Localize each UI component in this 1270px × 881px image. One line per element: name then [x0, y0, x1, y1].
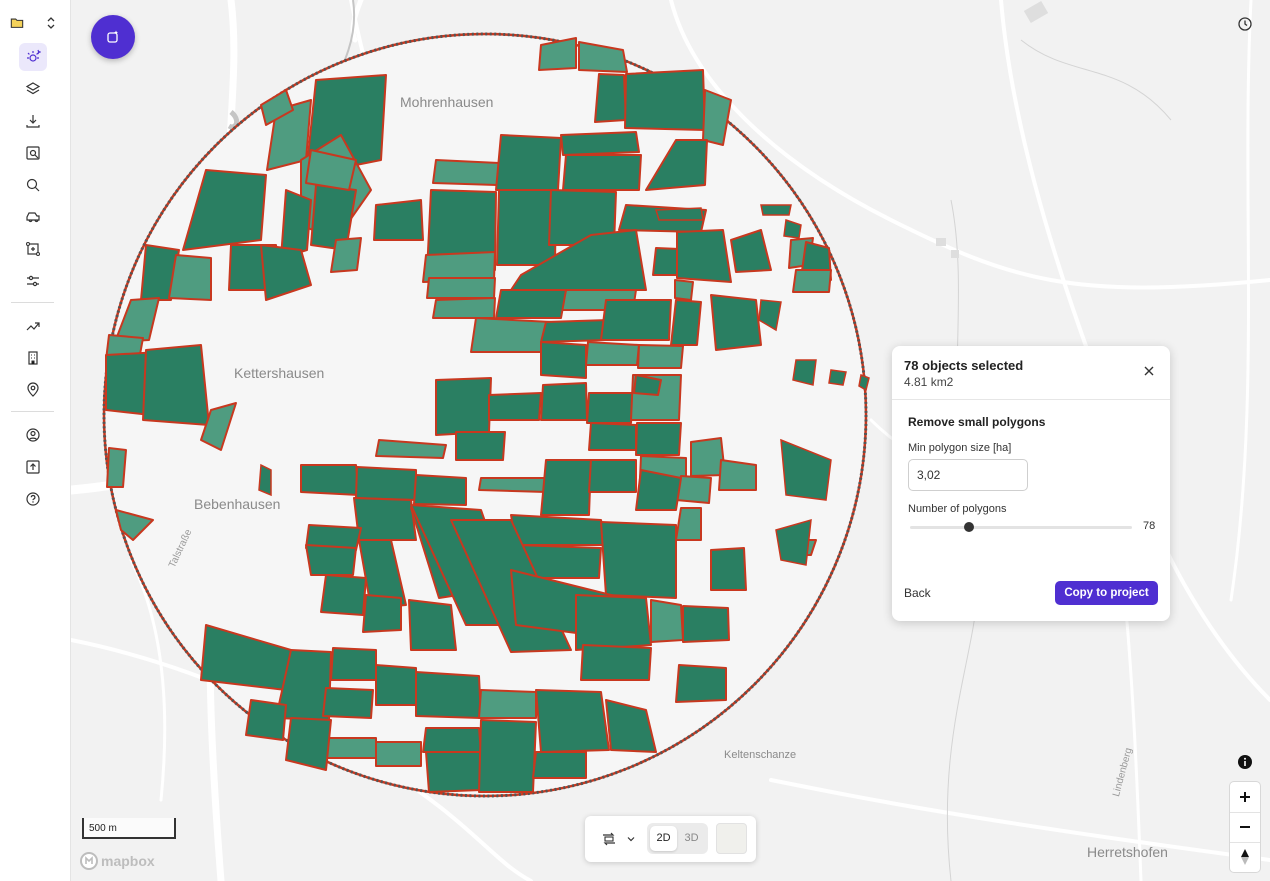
user-circle-icon [26, 428, 40, 442]
sidebar-item-locations[interactable] [19, 376, 47, 404]
slider-value: 78 [1143, 520, 1156, 532]
plus-icon [1240, 792, 1250, 802]
min-size-input[interactable] [908, 459, 1028, 491]
slider-thumb[interactable] [964, 522, 974, 532]
polygon-count-slider[interactable]: 78 [908, 517, 1156, 535]
back-button[interactable]: Back [904, 586, 931, 600]
zoom-out-button[interactable] [1230, 812, 1260, 842]
polygon-icon [26, 242, 40, 256]
sidebar-item-account[interactable] [19, 421, 47, 449]
compass-icon [1241, 849, 1249, 865]
search-icon [26, 178, 40, 192]
slider-track[interactable] [910, 526, 1132, 529]
zoom-controls [1230, 782, 1260, 872]
sidebar-item-help[interactable] [19, 485, 47, 513]
sidebar-item-insights[interactable] [19, 43, 47, 71]
sidebar-item-download[interactable] [19, 107, 47, 135]
view-toolbar: 2D 3D [585, 816, 756, 862]
sparkle-edit-icon [107, 30, 118, 43]
place-label-mohrenhausen: Mohrenhausen [400, 94, 494, 110]
project-switcher[interactable] [10, 12, 56, 34]
panel-title: 78 objects selected [904, 358, 1024, 373]
panel-header: 78 objects selected 4.81 km2 [892, 346, 1170, 400]
sidebar-divider [11, 302, 54, 303]
sidebar-item-polygon[interactable] [19, 235, 47, 263]
scale-bar: 500 m [82, 818, 176, 839]
ai-assistant-button[interactable] [91, 15, 135, 59]
chevron-down-icon[interactable] [627, 835, 635, 843]
compare-icon[interactable] [601, 831, 617, 847]
place-label-bebenhausen: Bebenhausen [194, 496, 281, 512]
upload-icon [26, 460, 40, 474]
sidebar-item-filters[interactable] [19, 267, 47, 295]
place-label-keltenschanze: Keltenschanze [724, 749, 797, 761]
selection-panel: 78 objects selected 4.81 km2 Remove smal… [892, 346, 1170, 621]
clock-icon [1238, 17, 1252, 31]
mode-3d-button[interactable]: 3D [678, 826, 705, 851]
polygon-count-label: Number of polygons [908, 503, 1007, 515]
basemap-thumbnail[interactable] [716, 823, 747, 854]
building-icon [28, 351, 38, 365]
section-title: Remove small polygons [908, 415, 1046, 429]
sidebar-divider [11, 411, 54, 412]
info-button[interactable] [1230, 747, 1260, 777]
chevron-updown-icon[interactable] [46, 16, 56, 30]
sidebar-item-search[interactable] [19, 171, 47, 199]
history-button[interactable] [1230, 9, 1260, 39]
place-label-kettershausen: Kettershausen [234, 365, 325, 381]
view-mode-toggle: 2D 3D [647, 823, 708, 854]
sidebar-item-analytics[interactable] [19, 312, 47, 340]
zoom-in-button[interactable] [1230, 782, 1260, 812]
mapbox-icon [80, 852, 98, 870]
place-label-herretshofen: Herretshofen [1087, 844, 1168, 860]
sidebar-item-search-area[interactable] [19, 139, 47, 167]
sun-spark-icon [27, 49, 41, 62]
close-icon[interactable] [1142, 364, 1156, 378]
mapbox-wordmark: mapbox [101, 853, 155, 869]
minus-icon [1240, 826, 1250, 828]
sidebar-item-layers[interactable] [19, 75, 47, 103]
trend-icon [26, 322, 40, 331]
layers-icon [25, 82, 41, 95]
download-icon [26, 115, 40, 128]
min-size-label: Min polygon size [ha] [908, 442, 1012, 454]
sidebar [0, 0, 71, 881]
folder-icon [10, 18, 24, 28]
sidebar-item-buildings[interactable] [19, 344, 47, 372]
compass-button[interactable] [1230, 842, 1260, 872]
mapbox-logo[interactable]: mapbox [80, 852, 155, 870]
sidebar-item-upload[interactable] [19, 453, 47, 481]
search-area-icon [26, 146, 40, 160]
panel-body: Remove small polygons Min polygon size [… [892, 400, 1170, 535]
vehicle-icon [26, 212, 40, 223]
panel-area: 4.81 km2 [904, 375, 954, 389]
sidebar-item-vehicle[interactable] [19, 203, 47, 231]
location-pin-icon [27, 382, 39, 397]
sliders-icon [27, 275, 39, 287]
mode-2d-button[interactable]: 2D [650, 826, 677, 851]
copy-to-project-button[interactable]: Copy to project [1055, 581, 1158, 605]
info-icon [1238, 755, 1252, 769]
help-icon [26, 492, 40, 506]
